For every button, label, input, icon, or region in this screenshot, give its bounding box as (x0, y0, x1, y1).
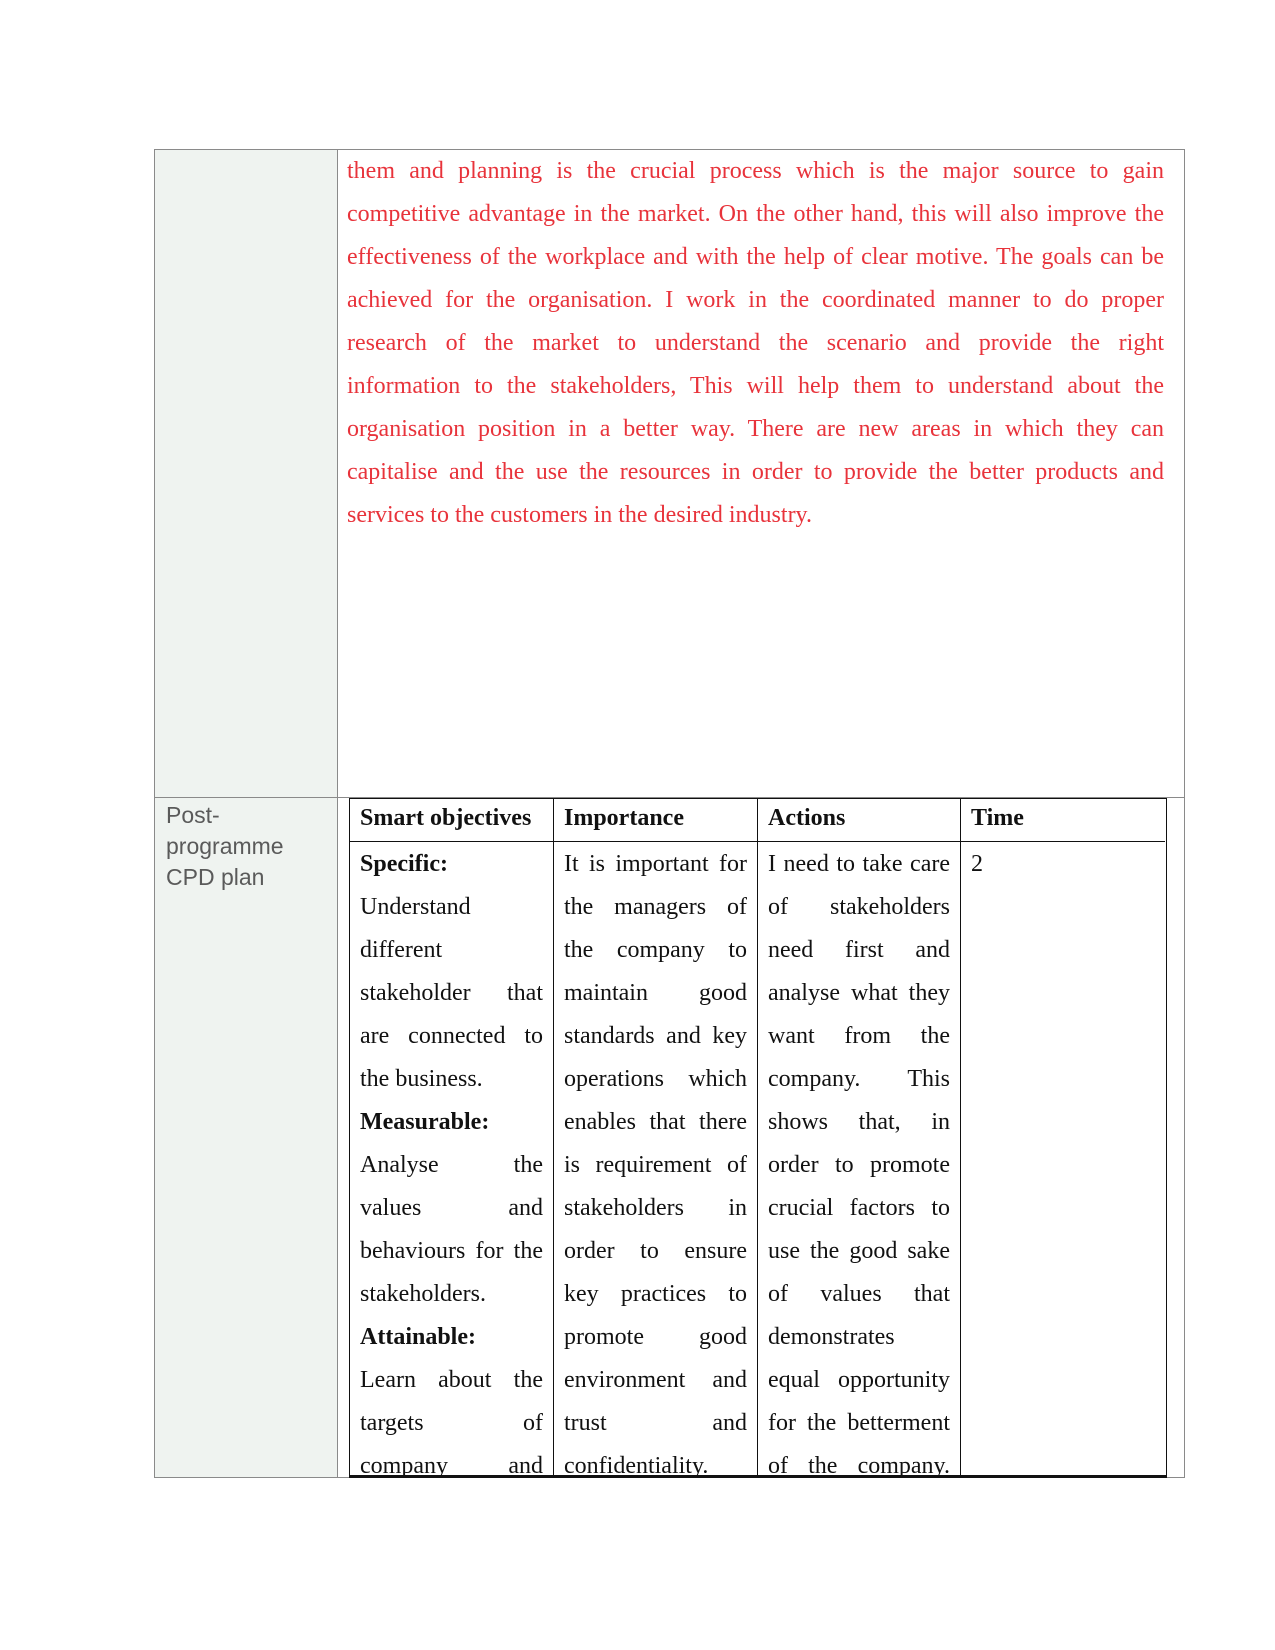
cell-text-line: for the betterment (768, 1410, 950, 1436)
cell-text-line: trust and (564, 1410, 747, 1436)
header-smart-objectives: Smart objectives (350, 799, 553, 842)
column-importance: Importance It is important for the manage… (553, 799, 757, 1479)
row-label-line: programme (166, 833, 284, 859)
cell-text-line: environment and (564, 1367, 747, 1393)
paragraph-line: services to the customers in the desired… (347, 502, 812, 528)
cell-text-line: targets of (360, 1410, 543, 1436)
cell-text-line: of the company. (768, 1453, 950, 1479)
cell-smart-objectives: Specific: Understand different stakeholder … (350, 842, 553, 1489)
paragraph-line: organisation position in a better way. T… (347, 416, 1164, 442)
cell-text-line: values and (360, 1195, 543, 1221)
cell-text-line: enables that there (564, 1109, 747, 1135)
cell-text-line: is requirement of (564, 1152, 747, 1178)
cell-text-line: I need to take care (768, 851, 950, 877)
header-actions: Actions (758, 799, 960, 842)
row-label-line: Post- (166, 802, 220, 828)
cell-text-line: equal opportunity (768, 1367, 950, 1393)
cell-time: 2 (961, 842, 1165, 887)
objective-category-label: Measurable: (360, 1109, 490, 1135)
cell-text-line: are connected to (360, 1023, 543, 1049)
cell-text-line: the business. (360, 1066, 483, 1092)
cell-text-line: want from the (768, 1023, 950, 1049)
column-smart-objectives: Smart objectives Specific: Understand diff… (350, 799, 553, 1479)
cell-text-line: company and (360, 1453, 543, 1479)
cell-text-line: of values that (768, 1281, 950, 1307)
paragraph-line: information to the stakeholders, This wi… (347, 373, 1164, 399)
cell-importance: It is important for the managers of the co… (554, 842, 757, 1489)
cell-text-line: behaviours for the (360, 1238, 543, 1264)
column-actions: Actions I need to take care of stakeholde… (757, 799, 960, 1479)
cell-text-line: Analyse the (360, 1152, 543, 1178)
cell-text-line: analyse what they (768, 980, 950, 1006)
cell-text-line: order to ensure (564, 1238, 747, 1264)
header-time: Time (961, 799, 1165, 842)
cell-text-line: stakeholders. (360, 1281, 486, 1307)
cell-text-line: It is important for (564, 851, 747, 877)
paragraph-line: capitalise and the use the resources in … (347, 459, 1164, 485)
cell-text-line: use the good sake (768, 1238, 950, 1264)
paragraph-line: achieved for the organisation. I work in… (347, 287, 1164, 313)
objective-category-label: Specific: (360, 851, 448, 877)
cell-actions: I need to take care of stakeholders need f… (758, 842, 960, 1489)
cell-text-line: shows that, in (768, 1109, 950, 1135)
cell-text-line: need first and (768, 937, 950, 963)
paragraph-line: them and planning is the crucial process… (347, 158, 1164, 184)
cell-text-line: promote good (564, 1324, 747, 1350)
smart-objectives-table: Smart objectives Specific: Understand diff… (349, 798, 1167, 1479)
cell-text-line: 2 (971, 851, 983, 877)
header-importance: Importance (554, 799, 757, 842)
cell-text-line: demonstrates (768, 1324, 895, 1350)
cell-text-line: of stakeholders (768, 894, 950, 920)
objective-category-label: Attainable: (360, 1324, 476, 1350)
cell-text-line: standards and key (564, 1023, 747, 1049)
paragraph-line: research of the market to understand the… (347, 330, 1164, 356)
cell-text-line: order to promote (768, 1152, 950, 1178)
cell-text-line: crucial factors to (768, 1195, 950, 1221)
cell-text-line: stakeholder that (360, 980, 543, 1006)
cell-text-line: the company to (564, 937, 747, 963)
cell-text-line: Understand (360, 894, 471, 920)
cell-text-line: company. This (768, 1066, 950, 1092)
paragraph-line: effectiveness of the workplace and with … (347, 244, 1164, 270)
cell-text-line: stakeholders in (564, 1195, 747, 1221)
column-time: Time 2 (960, 799, 1165, 1475)
cell-text-line: key practices to (564, 1281, 747, 1307)
cell-text-line: Learn about the (360, 1367, 543, 1393)
post-programme-cpd-plan-label: Post-programme CPD plan (166, 800, 336, 893)
row-label-line: CPD plan (166, 864, 265, 890)
cell-text-line: confidentiality. (564, 1453, 709, 1479)
paragraph-line: competitive advantage in the market. On … (347, 201, 1164, 227)
cell-text-line: maintain good (564, 980, 747, 1006)
reflection-paragraph: them and planning is the crucial process… (347, 150, 1164, 537)
cell-text-line: operations which (564, 1066, 747, 1092)
cell-text-line: different (360, 937, 443, 963)
cpd-table: them and planning is the crucial process… (154, 149, 1185, 1479)
cell-text-line: the managers of (564, 894, 747, 920)
